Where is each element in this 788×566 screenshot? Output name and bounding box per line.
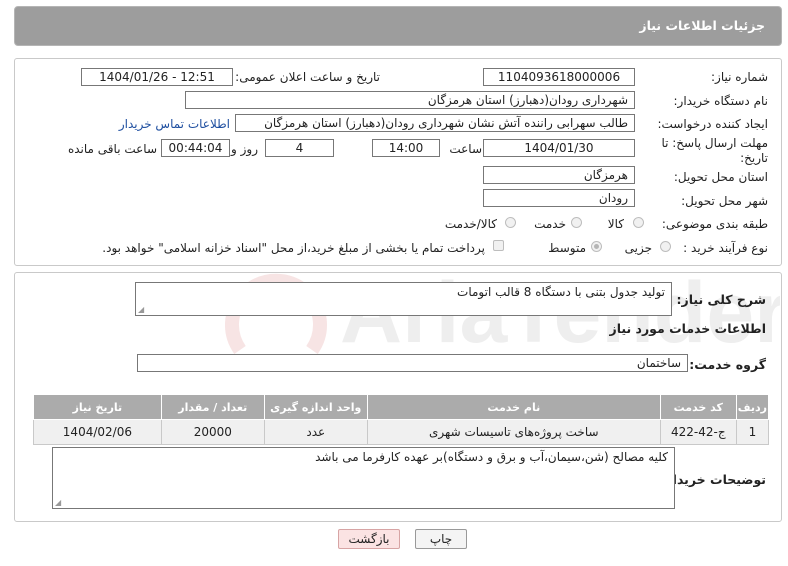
deadline-label-line1: مهلت ارسال پاسخ: تا xyxy=(661,136,768,150)
deadline-time-label: ساعت xyxy=(449,142,482,156)
cell-service-name: ساخت پروژه‌های تاسیسات شهری xyxy=(366,419,661,445)
col-service-code: کد خدمت xyxy=(659,394,737,420)
cell-service-code: ج-42-422 xyxy=(659,419,737,445)
need-info-panel xyxy=(14,58,782,266)
category-option-goods: کالا xyxy=(607,217,624,231)
need-summary-text: تولید جدول بتنی با دستگاه 8 قالب اتومات xyxy=(457,285,665,299)
need-number-field: 1104093618000006 xyxy=(483,68,635,86)
deadline-label-line2: تاریخ: xyxy=(740,151,768,165)
buyer-org-field: شهرداری رودان(دهبارز) استان هرمزگان xyxy=(185,91,635,109)
col-row-number: ردیف xyxy=(735,394,770,420)
buyer-notes-label: توضیحات خریدار: xyxy=(660,472,766,487)
category-radio-service[interactable] xyxy=(571,217,582,228)
need-summary-label: شرح کلی نیاز: xyxy=(676,292,766,307)
process-option-medium: متوسط xyxy=(548,241,586,255)
resize-grip-icon[interactable]: ◢ xyxy=(138,305,144,314)
col-quantity: تعداد / مقدار xyxy=(160,394,265,420)
days-remaining-field: 4 xyxy=(265,139,334,157)
process-option-minor: جزیی xyxy=(624,241,652,255)
deadline-date-field: 1404/01/30 xyxy=(483,139,635,157)
city-field: رودان xyxy=(483,189,635,207)
process-radio-minor[interactable] xyxy=(660,241,671,252)
services-section-title: اطلاعات خدمات مورد نیاز xyxy=(609,321,767,336)
buyer-contact-link[interactable]: اطلاعات تماس خریدار xyxy=(119,117,230,131)
category-radio-goods-service[interactable] xyxy=(505,217,516,228)
resize-grip-icon[interactable]: ◢ xyxy=(55,498,61,507)
services-table: ردیف کد خدمت نام خدمت واحد اندازه گیری ت… xyxy=(33,394,770,445)
buyer-notes-text: کلیه مصالح (شن،سیمان،آب و برق و دستگاه)ب… xyxy=(315,450,668,464)
category-label: طبقه بندی موضوعی: xyxy=(661,217,768,231)
announce-datetime-field: 1404/01/26 - 12:51 xyxy=(81,68,233,86)
city-label: شهر محل تحویل: xyxy=(681,194,768,208)
province-field: هرمزگان xyxy=(483,166,635,184)
buyer-notes-field: کلیه مصالح (شن،سیمان،آب و برق و دستگاه)ب… xyxy=(52,447,675,509)
table-row: 1 ج-42-422 ساخت پروژه‌های تاسیسات شهری ع… xyxy=(33,419,770,445)
creator-label: ایجاد کننده درخواست: xyxy=(657,117,768,131)
buyer-org-label: نام دستگاه خریدار: xyxy=(673,94,769,108)
cell-quantity: 20000 xyxy=(160,419,265,445)
deadline-time-field: 14:00 xyxy=(372,139,440,157)
days-label: روز و xyxy=(231,142,258,156)
category-radio-goods[interactable] xyxy=(633,217,644,228)
process-radio-medium[interactable] xyxy=(591,241,602,252)
col-unit: واحد اندازه گیری xyxy=(263,394,368,420)
category-option-goods-service: کالا/خدمت xyxy=(444,217,497,231)
service-group-label: گروه خدمت: xyxy=(689,357,766,372)
need-number-label: شماره نیاز: xyxy=(711,70,768,84)
province-label: استان محل تحویل: xyxy=(673,170,768,184)
treasury-payment-note: پرداخت تمام یا بخشی از مبلغ خرید،از محل … xyxy=(102,241,485,255)
cell-row-number: 1 xyxy=(735,419,770,445)
creator-field: طالب سهرابی راننده آتش نشان شهرداری رودا… xyxy=(235,114,635,132)
services-table-header: ردیف کد خدمت نام خدمت واحد اندازه گیری ت… xyxy=(33,394,770,420)
process-type-label: نوع فرآیند خرید : xyxy=(683,241,768,255)
back-button[interactable]: بازگشت xyxy=(338,529,400,549)
service-group-field: ساختمان xyxy=(137,354,688,372)
category-option-service: خدمت xyxy=(534,217,566,231)
remaining-time-field: 00:44:04 xyxy=(161,139,230,157)
col-service-name: نام خدمت xyxy=(366,394,661,420)
page-title: جزئیات اطلاعات نیاز xyxy=(639,18,765,33)
cell-need-date: 1404/02/06 xyxy=(33,419,162,445)
col-need-date: تاریخ نیاز xyxy=(33,394,162,420)
need-summary-field: تولید جدول بتنی با دستگاه 8 قالب اتومات … xyxy=(135,282,672,316)
remaining-time-label: ساعت باقی مانده xyxy=(67,142,157,156)
announce-datetime-label: تاریخ و ساعت اعلان عمومی: xyxy=(235,70,380,84)
print-button[interactable]: چاپ xyxy=(415,529,467,549)
cell-unit: عدد xyxy=(263,419,368,445)
page-header: جزئیات اطلاعات نیاز xyxy=(14,6,782,46)
treasury-payment-checkbox[interactable] xyxy=(493,240,504,251)
